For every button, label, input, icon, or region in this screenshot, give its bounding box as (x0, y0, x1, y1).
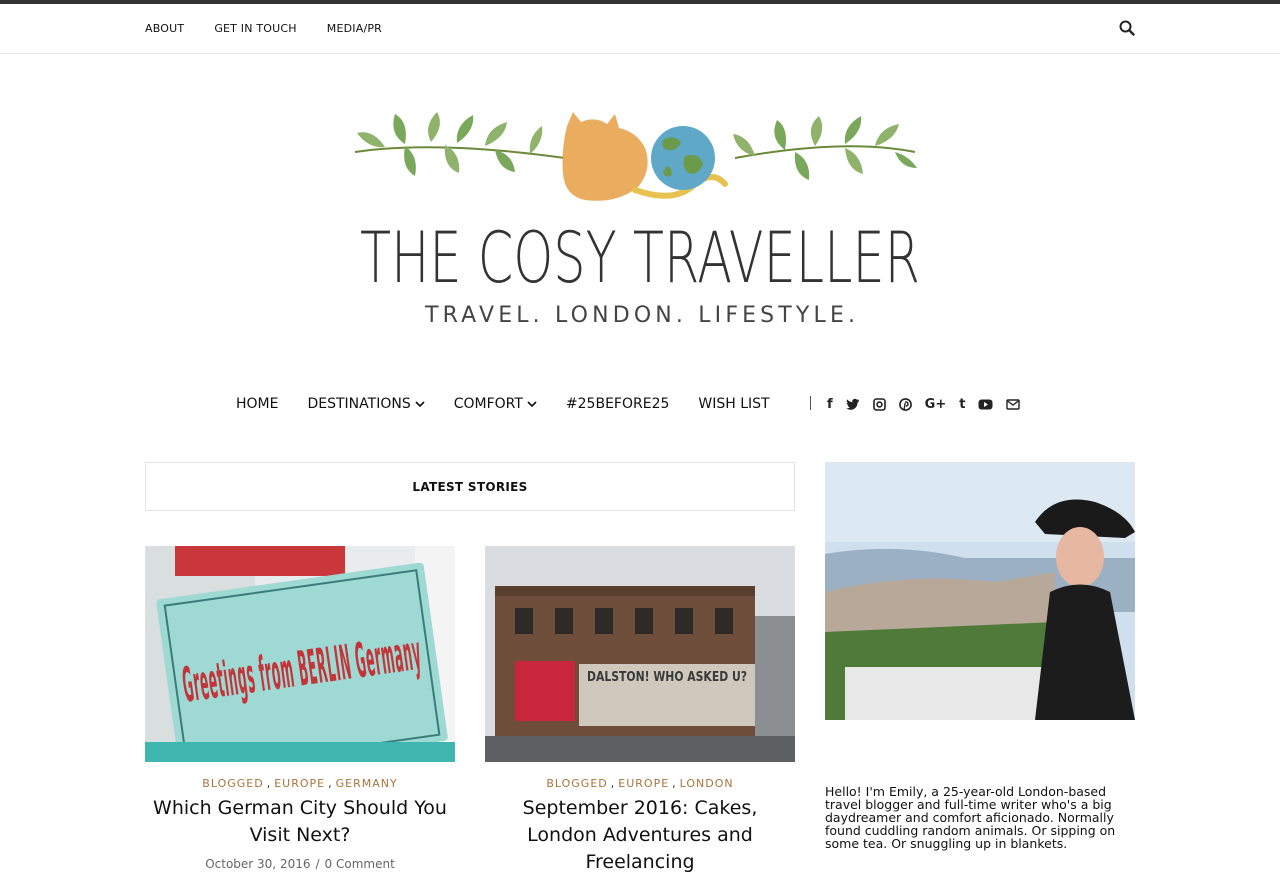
category-link[interactable]: BLOGGED (202, 777, 263, 790)
email-icon[interactable] (1006, 398, 1021, 410)
facebook-icon[interactable]: f (827, 396, 833, 412)
post-comments-link[interactable]: 0 Comment (325, 857, 395, 871)
main-nav: HOME DESTINATIONS COMFORT #25BEFORE25 WI… (0, 388, 1280, 420)
youtube-icon[interactable] (978, 399, 993, 410)
nav-home[interactable]: HOME (236, 396, 278, 412)
post-thumbnail-dalston[interactable]: DALSTON! WHO ASKED U? (485, 546, 795, 762)
tumblr-icon[interactable]: t (959, 396, 965, 412)
logo-tagline: TRAVEL. LONDON. LIFESTYLE. (424, 303, 855, 328)
nav-comfort-label: COMFORT (453, 396, 523, 412)
post-date: October 30, 2016 (205, 857, 311, 871)
nav-comfort[interactable]: COMFORT (454, 396, 537, 412)
post-title[interactable]: Which German City Should You Visit Next? (145, 795, 455, 849)
logo-title: THE COSY TRAVELLER (360, 217, 920, 299)
mural-text: DALSTON! WHO ASKED U? (587, 670, 747, 685)
section-title: LATEST STORIES (412, 479, 528, 494)
author-photo (825, 462, 1135, 720)
category-link[interactable]: BLOGGED (546, 777, 607, 790)
category-link[interactable]: EUROPE (618, 777, 669, 790)
post-categories: BLOGGED, EUROPE, LONDON (546, 777, 734, 790)
category-link[interactable]: GERMANY (336, 777, 398, 790)
chevron-down-icon (527, 401, 537, 408)
nav-25before25[interactable]: #25BEFORE25 (566, 396, 669, 412)
nav-divider (810, 396, 811, 410)
social-links: f G+ t (827, 388, 1021, 420)
post-categories: BLOGGED, EUROPE, GERMANY (202, 777, 398, 790)
search-icon[interactable] (1119, 20, 1135, 36)
post-card: DALSTON! WHO ASKED U? BLOGGED, EUROPE, LON… (485, 546, 795, 876)
category-link[interactable]: EUROPE (274, 777, 325, 790)
google-plus-icon[interactable]: G+ (925, 396, 947, 412)
site-logo[interactable]: THE COSY TRAVELLER TRAVEL. LONDON. LIFES… (345, 100, 935, 336)
post-thumbnail-berlin[interactable]: Greetings from BERLIN Germany (145, 546, 455, 762)
latest-stories-heading: LATEST STORIES (145, 462, 795, 511)
post-title[interactable]: September 2016: Cakes, London Adventures… (485, 795, 795, 876)
nav-home-label: HOME (236, 396, 279, 412)
left-leaf-branch-icon (354, 112, 566, 176)
top-nav: ABOUT GET IN TOUCH MEDIA/PR (145, 4, 382, 53)
chevron-down-icon (415, 401, 425, 408)
nav-wish-list[interactable]: WISH LIST (698, 396, 769, 412)
nav-destinations[interactable]: DESTINATIONS (307, 396, 425, 412)
instagram-icon[interactable] (872, 397, 886, 411)
globe-illustration-icon (651, 126, 715, 190)
top-bar: ABOUT GET IN TOUCH MEDIA/PR (0, 4, 1280, 54)
right-leaf-branch-icon (733, 116, 917, 180)
top-nav-media-pr[interactable]: MEDIA/PR (327, 22, 382, 35)
category-link[interactable]: LONDON (680, 777, 734, 790)
nav-25before25-label: #25BEFORE25 (565, 396, 670, 412)
author-bio: Hello! I'm Emily, a 25-year-old London-b… (825, 784, 1116, 851)
top-nav-get-in-touch[interactable]: GET IN TOUCH (214, 22, 296, 35)
pinterest-icon[interactable] (898, 397, 912, 411)
post-meta: October 30, 2016/0 Comment (205, 857, 395, 871)
nav-destinations-label: DESTINATIONS (307, 396, 411, 412)
twitter-icon[interactable] (845, 398, 860, 410)
nav-wish-list-label: WISH LIST (698, 396, 770, 412)
post-card: Greetings from BERLIN Germany BLOGGED,EU… (145, 546, 455, 871)
top-nav-about[interactable]: ABOUT (145, 22, 184, 35)
